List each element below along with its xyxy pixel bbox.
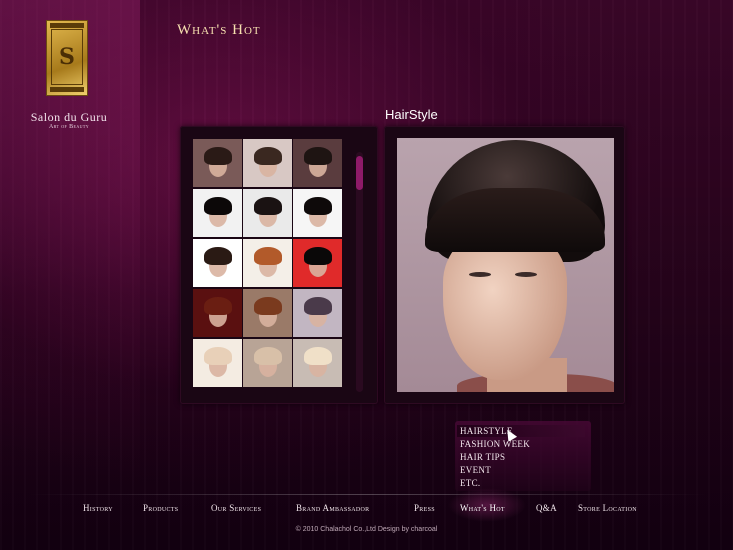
thumbnail-hair bbox=[303, 247, 332, 266]
copyright: © 2010 Chalachol Co.,Ltd Design by charc… bbox=[295, 526, 438, 533]
hairstyle-thumbnail[interactable] bbox=[193, 189, 242, 237]
thumbnail-hair bbox=[203, 347, 232, 366]
salon-crest-logo[interactable]: S bbox=[46, 20, 88, 96]
logo-top-bar bbox=[50, 23, 84, 28]
thumbnail-hair bbox=[303, 347, 332, 366]
hairstyle-thumbnail[interactable] bbox=[243, 289, 292, 337]
thumbnail-hair bbox=[303, 297, 332, 316]
thumbnail-hair bbox=[203, 147, 232, 166]
nav-divider bbox=[28, 494, 708, 495]
category-item[interactable]: Hair Tips bbox=[460, 451, 505, 463]
hairstyle-thumbnail[interactable] bbox=[293, 139, 342, 187]
thumbnail-hair bbox=[253, 247, 282, 266]
thumbnail-hair bbox=[253, 147, 282, 166]
nav-item[interactable]: Q&A bbox=[536, 503, 557, 513]
hairstyle-thumbnail[interactable] bbox=[293, 189, 342, 237]
hairstyle-thumbnail[interactable] bbox=[293, 339, 342, 387]
hairstyle-thumbnail[interactable] bbox=[193, 139, 242, 187]
hairstyle-thumbnail[interactable] bbox=[243, 339, 292, 387]
gallery-title: HairStyle bbox=[385, 107, 438, 122]
thumbnail-scrollbar-thumb[interactable] bbox=[356, 156, 363, 191]
brand-tagline: Art of Beauty bbox=[48, 124, 90, 130]
thumbnail-hair bbox=[303, 147, 332, 166]
thumbnail-hair bbox=[253, 197, 282, 216]
hairstyle-thumbnail[interactable] bbox=[243, 189, 292, 237]
photo-eye-right bbox=[515, 272, 537, 277]
thumbnail-hair bbox=[253, 297, 282, 316]
thumbnail-hair bbox=[203, 197, 232, 216]
logo-monogram: S bbox=[51, 29, 83, 85]
nav-item[interactable]: What's Hot bbox=[460, 503, 505, 513]
page-title: What's Hot bbox=[177, 22, 261, 38]
nav-item[interactable]: Products bbox=[143, 503, 178, 513]
nav-item[interactable]: History bbox=[83, 503, 113, 513]
photo-eye-left bbox=[469, 272, 491, 277]
photo-face bbox=[443, 230, 567, 380]
brand-name: Salon du Guru bbox=[30, 110, 108, 124]
nav-item[interactable]: Press bbox=[414, 503, 435, 513]
featured-hairstyle-photo bbox=[397, 138, 614, 392]
hairstyle-thumbnail[interactable] bbox=[193, 339, 242, 387]
hairstyle-thumbnail[interactable] bbox=[243, 139, 292, 187]
category-item[interactable]: Fashion Week bbox=[460, 438, 530, 450]
thumbnail-hair bbox=[253, 347, 282, 366]
nav-item[interactable]: Our Services bbox=[211, 503, 261, 513]
thumbnail-hair bbox=[303, 197, 332, 216]
hairstyle-thumbnail[interactable] bbox=[193, 289, 242, 337]
hairstyle-thumbnail[interactable] bbox=[293, 289, 342, 337]
category-item[interactable]: Event bbox=[460, 464, 491, 476]
nav-item[interactable]: Store Location bbox=[578, 503, 637, 513]
nav-item[interactable]: Brand Ambassador bbox=[296, 503, 369, 513]
hairstyle-thumbnail[interactable] bbox=[243, 239, 292, 287]
category-item[interactable]: Hairstyle bbox=[457, 425, 585, 437]
thumbnail-hair bbox=[203, 247, 232, 266]
logo-bottom-bar bbox=[50, 87, 84, 92]
thumbnail-hair bbox=[203, 297, 232, 316]
thumbnail-grid bbox=[193, 139, 342, 391]
hairstyle-thumbnail[interactable] bbox=[193, 239, 242, 287]
hairstyle-thumbnail[interactable] bbox=[293, 239, 342, 287]
